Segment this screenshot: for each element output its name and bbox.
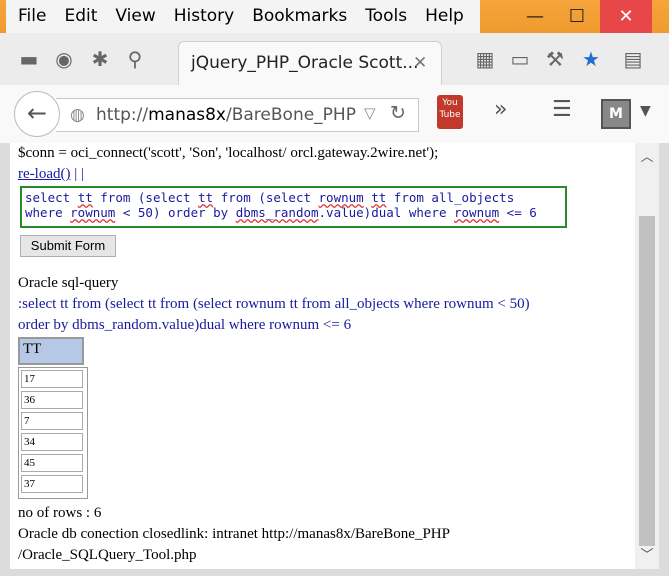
- sql-query-textarea[interactable]: select tt from (select tt from (select r…: [20, 186, 567, 228]
- page-content: $conn = oci_connect('scott', 'Son', 'loc…: [10, 143, 635, 569]
- wrench-icon[interactable]: ⚒: [542, 47, 568, 71]
- row-count: no of rows : 6: [18, 505, 102, 521]
- star-icon[interactable]: ★: [578, 47, 604, 71]
- submit-form-button[interactable]: Submit Form: [20, 235, 116, 257]
- result-rows: 17 36 7 34 45 37: [18, 367, 88, 499]
- scroll-down-icon[interactable]: ﹀: [635, 545, 659, 567]
- url-text[interactable]: http://manas8x/BareBone_PHP/(: [96, 105, 356, 125]
- menu-view[interactable]: View: [103, 0, 161, 33]
- title-bar: File Edit View History Bookmarks Tools H…: [0, 0, 669, 33]
- overflow-chevron-icon[interactable]: »: [494, 97, 507, 122]
- footer-line-1: Oracle db conection closedlink: intranet…: [18, 526, 450, 542]
- right-frame: [659, 143, 669, 576]
- menu-bar: File Edit View History Bookmarks Tools H…: [6, 0, 480, 33]
- scrollbar-thumb[interactable]: [639, 216, 655, 546]
- table-row: 36: [21, 391, 83, 409]
- table-row: 45: [21, 454, 83, 472]
- vertical-scrollbar[interactable]: ︿ ﹀: [635, 143, 659, 569]
- back-arrow-icon[interactable]: ←: [14, 91, 60, 137]
- table-row: 34: [21, 433, 83, 451]
- table-row: 17: [21, 370, 83, 388]
- menu-help[interactable]: Help: [413, 0, 470, 33]
- menu-bookmarks[interactable]: Bookmarks: [240, 0, 353, 33]
- tab-title: jQuery_PHP_Oracle Scott...: [191, 53, 419, 73]
- table-row: 37: [21, 475, 83, 493]
- conn-line: $conn = oci_connect('scott', 'Son', 'loc…: [18, 145, 439, 161]
- menu-file[interactable]: File: [6, 0, 52, 33]
- reload-line: re-load() | |: [18, 166, 84, 183]
- url-prefix: http://: [96, 105, 149, 125]
- mask-icon[interactable]: ◉: [51, 47, 77, 71]
- query-line-2: order by dbms_random.value)dual where ro…: [18, 317, 352, 333]
- scroll-up-icon[interactable]: ︿: [635, 147, 659, 169]
- query-line-1: :select tt from (select tt from (select …: [18, 296, 530, 312]
- reload-icon[interactable]: ↻: [390, 102, 406, 124]
- folder-icon[interactable]: ▬: [16, 47, 42, 71]
- tab-bar: ▬ ◉ ✱ ⚲ jQuery_PHP_Oracle Scott... ✕ ▦ ▭…: [0, 33, 669, 86]
- menu-history[interactable]: History: [162, 0, 240, 33]
- mcafee-icon[interactable]: M: [601, 99, 631, 129]
- reload-link[interactable]: re-load(): [18, 166, 70, 182]
- reload-separator: | |: [70, 166, 84, 182]
- left-frame: [0, 143, 10, 576]
- bottom-frame: [0, 569, 669, 576]
- tab-close-icon[interactable]: ✕: [413, 53, 427, 73]
- sql-line-1: select tt from (select tt from (select r…: [25, 190, 515, 205]
- close-window-button[interactable]: ✕: [600, 0, 652, 33]
- chevron-down-icon[interactable]: ▼: [640, 103, 651, 119]
- clipboard-icon[interactable]: ▤: [620, 47, 646, 71]
- sql-line-2: where rownum < 50) order by dbms_random.…: [25, 205, 537, 220]
- query-heading: Oracle sql-query: [18, 275, 119, 291]
- footer-line-2: /Oracle_SQLQuery_Tool.php: [18, 547, 197, 563]
- menu-edit[interactable]: Edit: [52, 0, 103, 33]
- menu-tools[interactable]: Tools: [353, 0, 413, 33]
- tab-active[interactable]: jQuery_PHP_Oracle Scott... ✕: [178, 41, 442, 86]
- result-table-header: TT: [18, 337, 84, 365]
- url-host: manas8x: [148, 105, 226, 125]
- url-bar[interactable]: ◍ http://manas8x/BareBone_PHP/( ▽ ↻: [56, 98, 419, 132]
- browser-window: File Edit View History Bookmarks Tools H…: [0, 0, 669, 576]
- youtube-icon[interactable]: You Tube: [437, 95, 463, 129]
- chevron-down-icon[interactable]: ▽: [364, 104, 376, 122]
- grid-icon[interactable]: ▦: [472, 47, 498, 71]
- column-header-tt: TT: [19, 338, 83, 364]
- gear-icon[interactable]: ✱: [87, 47, 113, 71]
- table-row: 7: [21, 412, 83, 430]
- globe-icon: ◍: [70, 105, 85, 125]
- maximize-button[interactable]: ☐: [552, 0, 602, 33]
- window-icon[interactable]: ▭: [507, 47, 533, 71]
- url-path: /BareBone_PHP/(: [226, 105, 356, 125]
- search-icon[interactable]: ⚲: [122, 47, 148, 71]
- hamburger-menu-icon[interactable]: ☰: [552, 97, 572, 122]
- navigation-bar: ◍ http://manas8x/BareBone_PHP/( ▽ ↻ ← Yo…: [0, 85, 669, 144]
